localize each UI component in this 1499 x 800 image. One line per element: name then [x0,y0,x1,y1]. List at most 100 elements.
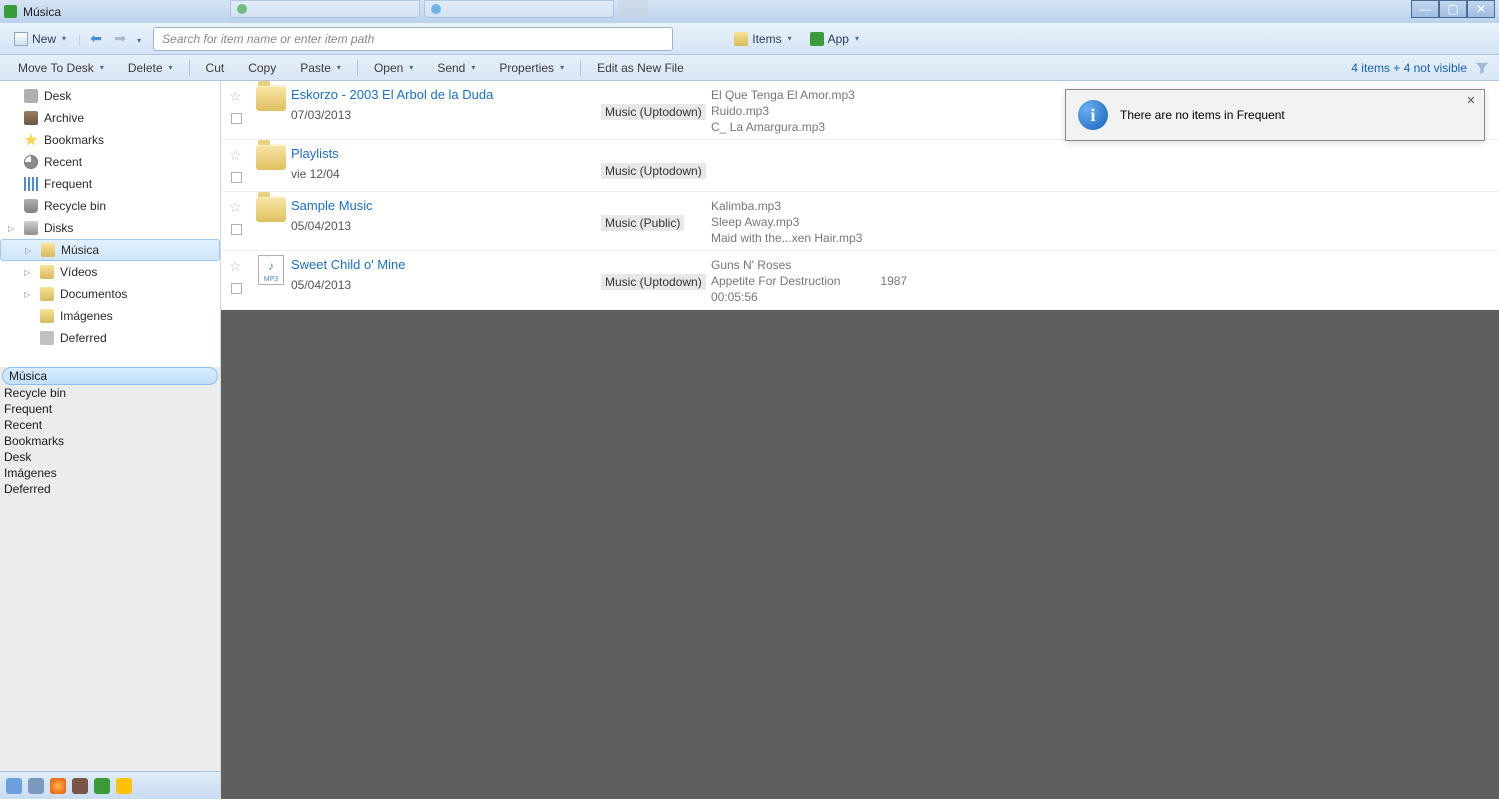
edit-as-new-file-button[interactable]: Edit as New File [589,59,692,77]
notification-text: There are no items in Frequent [1120,108,1285,122]
deferred-icon [40,331,54,345]
browser-tab[interactable] [424,0,614,18]
app-icon [4,5,17,18]
history-item[interactable]: Desk [0,449,220,465]
item-date: 07/03/2013 [291,108,601,122]
item-name[interactable]: Sweet Child o' Mine [291,257,601,272]
item-metadata: Guns N' RosesAppetite For Destruction198… [711,255,907,305]
item-name[interactable]: Sample Music [291,198,601,213]
folder-icon [256,144,286,170]
history-item[interactable]: Recent [0,417,220,433]
tool-icon[interactable] [28,778,44,794]
history-item[interactable]: Imágenes [0,465,220,481]
properties-button[interactable]: Properties [491,59,572,77]
back-button[interactable]: ⬅ [87,30,105,48]
tree-item-documentos[interactable]: Documentos [0,283,220,305]
app-label: App [828,32,849,46]
folder-icon [41,243,55,257]
tool-icon[interactable] [94,778,110,794]
history-item[interactable]: Deferred [0,481,220,497]
recent-icon [24,155,38,169]
tree-item-bookmarks[interactable]: Bookmarks [0,129,220,151]
filter-icon[interactable] [1475,61,1489,75]
tree-item-frequent[interactable]: Frequent [0,173,220,195]
info-icon: i [1078,100,1108,130]
sidebar-bottom-bar [0,771,220,799]
item-metadata: El Que Tenga El Amor.mp3Ruido.mp3C_ La A… [711,85,855,135]
tree-item-recycle-bin[interactable]: Recycle bin [0,195,220,217]
tool-icon[interactable] [72,778,88,794]
folder-icon [40,265,54,279]
list-row[interactable]: ☆Playlistsvie 12/04Music (Uptodown) [221,140,1499,192]
tree-item-imagenes[interactable]: Imágenes [0,305,220,327]
item-date: 05/04/2013 [291,219,601,233]
select-checkbox[interactable] [231,113,242,124]
items-button[interactable]: Items [728,29,797,49]
open-button[interactable]: Open [366,59,421,77]
tree-item-recent[interactable]: Recent [0,151,220,173]
favorite-star-icon[interactable]: ☆ [229,259,243,273]
favorite-star-icon[interactable]: ☆ [229,89,243,103]
notification-close-button[interactable]: ✕ [1464,94,1478,108]
disk-icon [24,221,38,235]
tree-item-musica[interactable]: Música [0,239,220,261]
close-button[interactable]: ✕ [1467,0,1495,18]
send-button[interactable]: Send [429,59,483,77]
notification-panel: ✕ i There are no items in Frequent [1065,89,1485,141]
delete-button[interactable]: Delete [120,59,181,77]
list-row[interactable]: ☆ MP3 Sweet Child o' Mine 05/04/2013Music (… [221,251,1499,310]
items-label: Items [752,32,781,46]
content-area: ☆ Eskorzo - 2003 El Arbol de la Duda 07/03… [221,81,1499,799]
browser-tab-overflow[interactable] [618,0,648,18]
tree-item-videos[interactable]: Vídeos [0,261,220,283]
paste-button[interactable]: Paste [292,59,349,77]
favorite-star-icon[interactable]: ☆ [229,148,243,162]
select-checkbox[interactable] [231,224,242,235]
tree-item-desk[interactable]: Desk [0,85,220,107]
item-location: Music (Uptodown) [601,104,706,120]
title-bar: Música — ▢ ✕ [0,0,1499,23]
folder-icon [40,287,54,301]
app-button[interactable]: App [804,29,865,49]
list-row[interactable]: ☆ Sample Music 05/04/2013Music (Public) Kal… [221,192,1499,251]
cut-button[interactable]: Cut [198,59,233,77]
maximize-button[interactable]: ▢ [1439,0,1467,18]
favorite-star-icon[interactable]: ☆ [229,200,243,214]
item-date: 05/04/2013 [291,278,601,292]
item-name[interactable]: Playlists [291,146,601,161]
recycle-icon [24,199,38,213]
tool-icon[interactable] [116,778,132,794]
mp3-file-icon: MP3 [258,255,284,285]
location-history-list: Música Recycle bin Frequent Recent Bookm… [0,367,220,771]
desk-icon [24,89,38,103]
app-menu-icon [810,32,824,46]
item-location: Music (Uptodown) [601,274,706,290]
tree-item-deferred[interactable]: Deferred [0,327,220,349]
history-item[interactable]: Música [2,367,218,385]
new-file-icon [14,32,28,46]
tool-icon[interactable] [50,778,66,794]
tree-item-disks[interactable]: Disks [0,217,220,239]
item-metadata: Kalimba.mp3Sleep Away.mp3Maid with the..… [711,196,862,246]
select-checkbox[interactable] [231,172,242,183]
copy-button[interactable]: Copy [240,59,284,77]
history-item[interactable]: Frequent [0,401,220,417]
forward-button[interactable]: ➡ [111,30,129,48]
history-item[interactable]: Bookmarks [0,433,220,449]
action-toolbar: Move To Desk Delete Cut Copy Paste Open … [0,55,1499,81]
search-input[interactable]: Search for item name or enter item path [153,27,673,51]
tree-item-archive[interactable]: Archive [0,107,220,129]
tool-icon[interactable] [6,778,22,794]
item-name[interactable]: Eskorzo - 2003 El Arbol de la Duda [291,87,601,102]
select-checkbox[interactable] [231,283,242,294]
item-count-status: 4 items + 4 not visible [1351,61,1467,75]
nav-history-dropdown[interactable] [135,32,141,46]
history-item[interactable]: Recycle bin [0,385,220,401]
new-button[interactable]: New [8,29,72,49]
browser-tab[interactable] [230,0,420,18]
item-location: Music (Public) [601,215,684,231]
move-to-desk-button[interactable]: Move To Desk [10,59,112,77]
tab-favicon-icon [431,4,441,14]
items-icon [734,32,748,46]
minimize-button[interactable]: — [1411,0,1439,18]
